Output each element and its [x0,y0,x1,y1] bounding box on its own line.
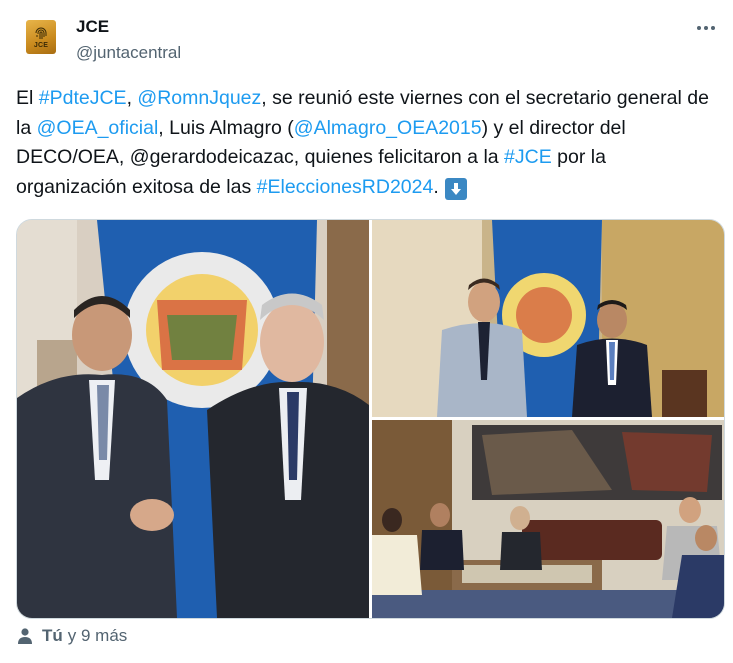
tweet-card: JCE JCE @juntacentral El #PdteJCE, @Romn… [0,0,733,663]
mention-oea-oficial-link[interactable]: @OEA_oficial [37,117,159,139]
person-icon [18,628,32,644]
hashtag-eleccionesrd2024-link[interactable]: #EleccionesRD2024 [257,176,434,198]
tagged-people-link[interactable]: Tú y 9 más [16,624,127,648]
tweet-text: El #PdteJCE, @RomnJquez, se reunió este … [16,84,720,202]
author-handle[interactable]: @juntacentral [76,43,181,63]
fingerprint-icon [35,27,47,39]
photo-meeting-room[interactable] [372,420,724,618]
mention-romnjquez-link[interactable]: @RomnJquez [137,87,261,109]
text-segment: , Luis Almagro ( [158,116,294,139]
text-segment: . [433,175,439,198]
mention-almagro-link[interactable]: @Almagro_OEA2015 [294,117,482,139]
avatar[interactable]: JCE [18,14,64,60]
hashtag-pdtejce-link[interactable]: #PdteJCE [39,87,127,109]
more-horizontal-icon-dot [704,26,708,30]
hashtag-jce-link[interactable]: #JCE [504,146,552,168]
photo-standing-flag[interactable] [372,220,724,417]
text-segment: , [126,87,138,109]
author-name[interactable]: JCE [76,17,109,37]
photo-handshake-flag[interactable] [17,220,369,618]
tagged-others-label: y 9 más [67,626,128,645]
more-options-button[interactable] [691,16,721,40]
down-arrow-icon [444,177,467,200]
media-grid [16,219,725,619]
tagged-you-label: Tú [42,626,63,645]
more-horizontal-icon-dot [697,26,701,30]
avatar-label: JCE [33,42,49,49]
jce-logo: JCE [26,20,56,54]
text-segment: El [16,87,39,109]
more-horizontal-icon-dot [711,26,715,30]
